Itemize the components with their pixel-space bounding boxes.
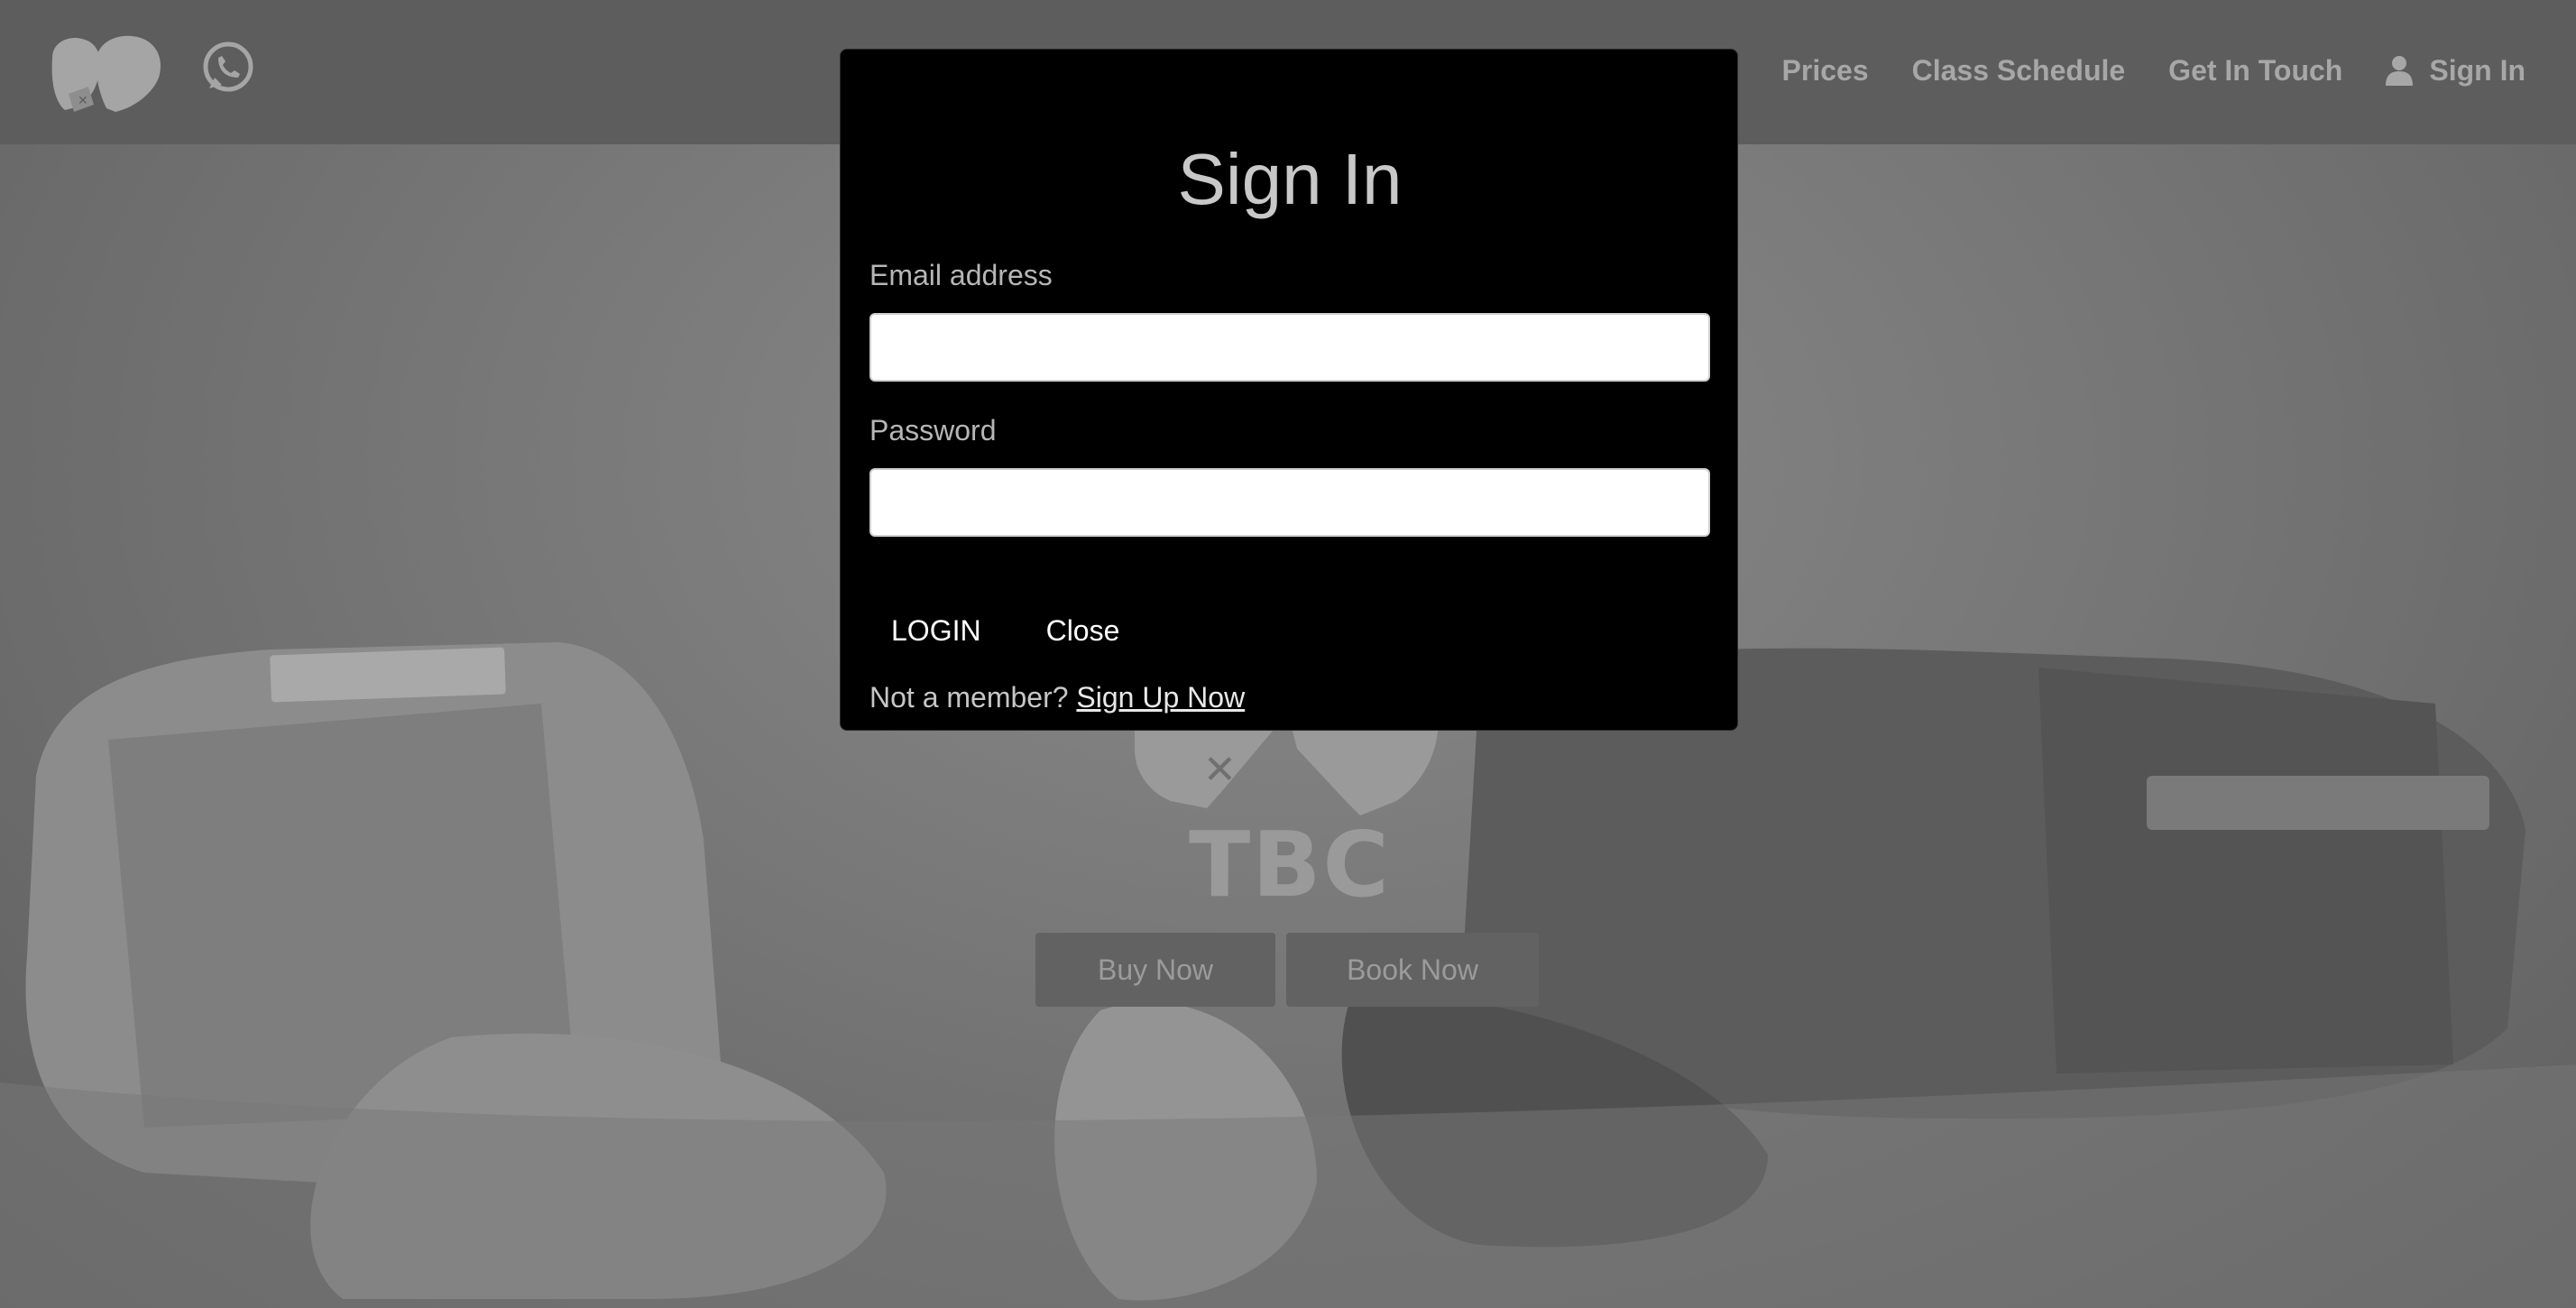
nav-link-prices[interactable]: Prices — [1782, 54, 1869, 88]
nav-link-label: Get In Touch — [2168, 53, 2343, 87]
book-now-button[interactable]: Book Now — [1286, 933, 1539, 1007]
sign-in-modal: Sign In Email address Password LOGIN Clo… — [840, 49, 1738, 731]
nav-link-label: Sign In — [2429, 53, 2525, 87]
user-icon — [2386, 56, 2414, 86]
modal-actions: LOGIN Close — [869, 609, 1141, 653]
buy-now-button[interactable]: Buy Now — [1035, 933, 1275, 1007]
nav-link-label: Class Schedule — [1911, 53, 2126, 87]
nav-link-get-in-touch[interactable]: Get In Touch — [2168, 54, 2342, 88]
email-label: Email address — [869, 259, 1053, 291]
cta-row: Buy Now Book Now — [1035, 933, 1539, 1007]
email-field[interactable] — [869, 313, 1710, 382]
sign-up-link[interactable]: Sign Up Now — [1076, 681, 1245, 714]
signup-prompt: Not a member? — [869, 681, 1069, 714]
signup-line: Not a member? Sign Up Now — [869, 681, 1245, 714]
boxing-gloves-icon[interactable]: ✕ — [43, 31, 166, 115]
nav-link-class-schedule[interactable]: Class Schedule — [1912, 54, 2126, 88]
nav-link-label: Prices — [1781, 53, 1869, 87]
svg-text:✕: ✕ — [78, 94, 88, 108]
close-button[interactable]: Close — [1025, 609, 1142, 653]
login-button[interactable]: LOGIN — [869, 609, 1003, 653]
hero-brand: TBC — [1189, 812, 1391, 917]
svg-text:✕: ✕ — [1203, 747, 1237, 793]
whatsapp-icon[interactable] — [200, 40, 256, 96]
password-label: Password — [869, 414, 997, 447]
modal-title: Sign In — [1177, 139, 1403, 219]
nav-links: Prices Class Schedule Get In Touch Sign … — [1782, 0, 2525, 141]
password-field[interactable] — [869, 468, 1710, 537]
nav-link-sign-in[interactable]: Sign In — [2386, 54, 2525, 88]
